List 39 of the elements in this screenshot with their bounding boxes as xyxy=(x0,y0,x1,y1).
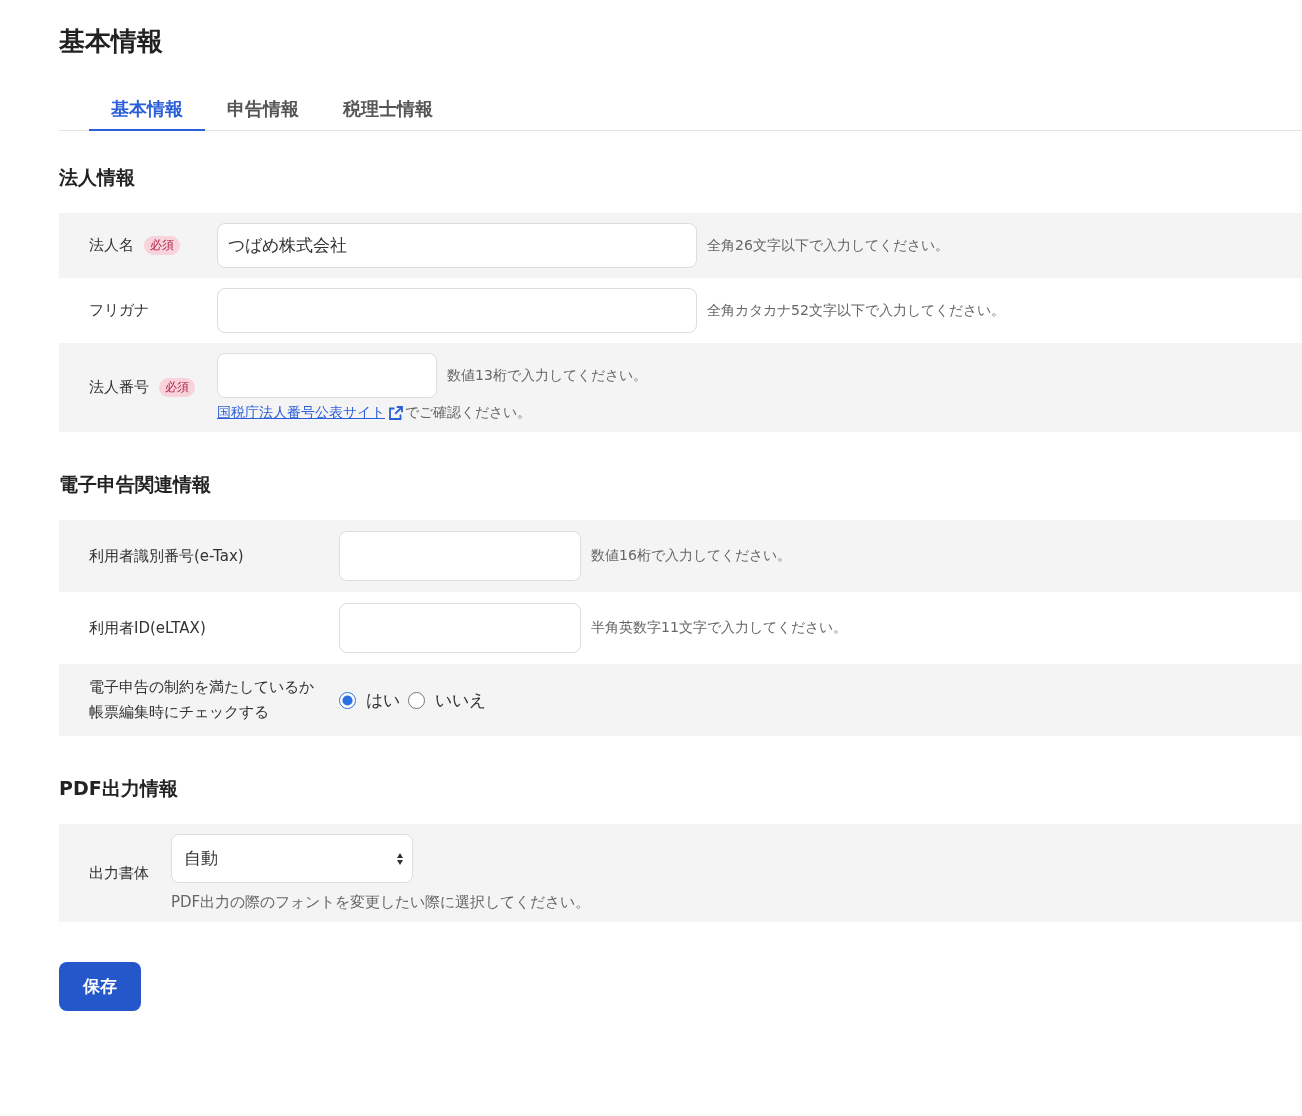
sort-caret-icon xyxy=(396,851,404,866)
field-label: フリガナ xyxy=(89,300,149,322)
hint-text: 全角26文字以下で入力してください。 xyxy=(707,236,949,255)
field-label: 法人番号 xyxy=(89,377,149,399)
section-heading: PDF出力情報 xyxy=(59,776,179,801)
required-badge: 必須 xyxy=(144,236,180,255)
required-badge: 必須 xyxy=(159,378,195,397)
hint-text: 半角英数字11文字で入力してください。 xyxy=(591,619,847,637)
text-field[interactable] xyxy=(339,603,581,653)
section-heading: 電子申告関連情報 xyxy=(59,472,212,497)
tab[interactable]: 基本情報 xyxy=(89,97,205,131)
radio-option[interactable]: はい xyxy=(339,688,400,712)
field-label: 出力書体 xyxy=(89,862,149,884)
hint-text: 全角カタカナ52文字以下で入力してください。 xyxy=(707,301,1005,320)
note-text: でご確認ください。 xyxy=(405,404,531,422)
radio-button[interactable] xyxy=(339,691,356,709)
font-select[interactable]: 自動 xyxy=(171,834,413,883)
radio-option[interactable]: いいえ xyxy=(408,688,486,712)
field-label: 利用者識別番号(e-Tax) xyxy=(89,545,244,567)
radio-label: いいえ xyxy=(435,688,486,712)
tab[interactable]: 申告情報 xyxy=(205,97,321,131)
field-label: 法人名 xyxy=(89,235,134,257)
tab[interactable]: 税理士情報 xyxy=(321,97,455,131)
external-link-icon xyxy=(387,404,405,422)
hint-text: 数値16桁で入力してください。 xyxy=(591,547,791,565)
radio-button[interactable] xyxy=(408,691,425,709)
radio-label: はい xyxy=(366,688,400,712)
page-title: 基本情報 xyxy=(59,25,164,58)
section-heading: 法人情報 xyxy=(59,165,136,190)
field-label: 利用者ID(eLTAX) xyxy=(89,617,206,639)
text-field[interactable] xyxy=(217,353,437,398)
hint-text: 数値13桁で入力してください。 xyxy=(447,366,647,385)
text-field[interactable]: つばめ株式会社 xyxy=(217,223,697,268)
field-label: 電子申告の制約を満たしているか帳票編集時にチェックする xyxy=(89,677,315,723)
text-field[interactable] xyxy=(339,531,581,581)
save-button[interactable]: 保存 xyxy=(59,962,141,1011)
site-link[interactable]: 国税庁法人番号公表サイト xyxy=(217,404,405,422)
text-field[interactable] xyxy=(217,288,697,333)
note-text: PDF出力の際のフォントを変更したい際に選択してください。 xyxy=(171,893,592,912)
